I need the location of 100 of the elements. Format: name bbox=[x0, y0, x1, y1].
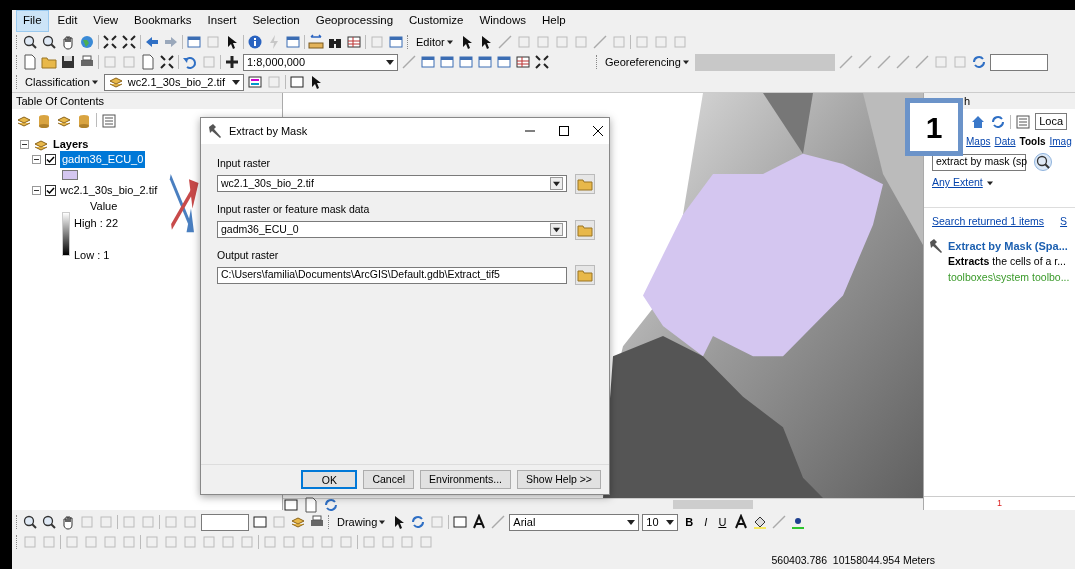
font-combo[interactable]: Arial bbox=[509, 513, 640, 531]
search-tab[interactable]: Imag bbox=[1049, 134, 1072, 149]
browse-button[interactable] bbox=[575, 219, 595, 240]
search-tab[interactable]: Maps bbox=[966, 134, 991, 149]
histogram-icon[interactable] bbox=[246, 74, 263, 90]
zoom-out-page-icon[interactable] bbox=[41, 514, 57, 530]
checkbox[interactable] bbox=[45, 185, 56, 196]
zoom-combo[interactable] bbox=[201, 513, 249, 531]
data-view-icon[interactable] bbox=[283, 496, 299, 513]
dialog-button[interactable]: Environments... bbox=[420, 470, 512, 489]
caret-icon bbox=[446, 39, 453, 45]
close-button[interactable] bbox=[593, 126, 603, 136]
legend-label: Low : 1 bbox=[74, 248, 111, 263]
legend-heading: Value bbox=[89, 199, 119, 214]
expand-toggle[interactable] bbox=[32, 155, 41, 164]
caret-icon bbox=[231, 78, 240, 86]
menu-item[interactable]: Geoprocessing bbox=[308, 10, 401, 32]
checkbox[interactable] bbox=[45, 154, 56, 165]
menu-item[interactable]: File bbox=[16, 10, 49, 32]
drawing-dropdown[interactable]: Drawing bbox=[334, 513, 389, 531]
italic-button[interactable]: I bbox=[700, 513, 712, 531]
new-document-icon[interactable] bbox=[22, 54, 38, 70]
view-icon[interactable] bbox=[1015, 113, 1032, 130]
dropdown-field[interactable]: wc2.1_30s_bio_2.tif bbox=[217, 175, 567, 193]
maximize-button[interactable] bbox=[559, 126, 569, 136]
bold-button[interactable]: B bbox=[681, 513, 698, 531]
result-title[interactable]: Extract by Mask (Spa... bbox=[948, 237, 1070, 254]
toolbox-window-icon[interactable] bbox=[477, 54, 493, 70]
fill-color-icon[interactable] bbox=[752, 514, 769, 530]
delete-icon[interactable] bbox=[159, 54, 175, 70]
search-tab[interactable]: Data bbox=[994, 134, 1016, 149]
identify-icon[interactable] bbox=[247, 34, 263, 50]
add-data-icon[interactable] bbox=[224, 54, 240, 70]
results-link[interactable]: Search returned 1 items bbox=[932, 213, 1045, 230]
menu-item[interactable]: Help bbox=[535, 10, 573, 32]
options-icon[interactable] bbox=[101, 113, 117, 129]
caret-icon bbox=[553, 226, 560, 233]
underline-button[interactable]: U bbox=[714, 513, 731, 531]
back-arrow-icon[interactable] bbox=[144, 34, 160, 50]
dialog-title: Extract by Mask bbox=[229, 123, 308, 139]
catalog-window-icon[interactable] bbox=[439, 54, 455, 70]
zoom-in-icon[interactable] bbox=[22, 34, 38, 50]
extent-link[interactable]: Any Extent bbox=[932, 175, 983, 191]
search-field[interactable]: extract by mask (sp bbox=[932, 153, 1026, 171]
search-icon bbox=[1035, 154, 1051, 170]
legend-label: High : 22 bbox=[74, 215, 119, 231]
field-label: Input raster bbox=[217, 156, 272, 171]
tree-item[interactable]: Layers bbox=[53, 136, 89, 153]
font-color-icon[interactable] bbox=[733, 514, 750, 530]
pan-page-icon[interactable] bbox=[60, 514, 76, 530]
search-window-icon[interactable] bbox=[458, 54, 474, 70]
browse-button[interactable] bbox=[575, 173, 595, 194]
dropdown-field[interactable]: gadm36_ECU_0 bbox=[217, 221, 567, 238]
input-field[interactable] bbox=[989, 53, 1048, 71]
list-by-source-icon[interactable] bbox=[36, 113, 52, 129]
dialog-button[interactable]: Cancel bbox=[363, 470, 415, 489]
list-by-selection-icon[interactable] bbox=[76, 113, 92, 129]
expand-toggle[interactable] bbox=[32, 186, 41, 195]
menu-item[interactable]: Insert bbox=[200, 10, 244, 32]
refresh-icon[interactable] bbox=[990, 113, 1007, 130]
layout-view-icon[interactable] bbox=[303, 496, 319, 513]
layer-combo[interactable]: wc2.1_30s_bio_2.tif bbox=[103, 73, 244, 91]
measure-icon[interactable] bbox=[308, 34, 324, 50]
input-field[interactable]: C:\Users\familia\Documents\ArcGIS\Default.gdb\Extract_tif5 bbox=[217, 266, 567, 284]
python-window-icon[interactable] bbox=[496, 54, 512, 70]
layer-name[interactable]: wc2.1_30s_bio_2.tif bbox=[60, 182, 158, 199]
caret-icon bbox=[379, 519, 386, 525]
undo-icon[interactable] bbox=[182, 54, 198, 70]
caret-icon bbox=[91, 79, 98, 85]
scrollbar-thumb[interactable] bbox=[673, 500, 753, 509]
home-icon[interactable] bbox=[970, 113, 987, 130]
field-label: Output raster bbox=[217, 247, 280, 263]
search-tab[interactable]: Tools bbox=[1019, 134, 1046, 149]
search-button[interactable] bbox=[1034, 153, 1052, 171]
menu-item[interactable]: Bookmarks bbox=[127, 10, 199, 32]
georeferencing-dropdown[interactable]: Georeferencing bbox=[602, 53, 692, 71]
expand-toggle[interactable] bbox=[20, 140, 29, 149]
menu-item[interactable]: View bbox=[86, 10, 126, 32]
dialog-button[interactable]: OK bbox=[301, 470, 358, 489]
refresh-icon[interactable] bbox=[323, 496, 339, 513]
hammer-icon bbox=[928, 237, 944, 254]
font-size-combo[interactable]: 10 bbox=[642, 513, 679, 531]
layer-name[interactable]: gadm36_ECU_0 bbox=[60, 151, 146, 168]
save-icon[interactable] bbox=[60, 54, 76, 70]
browse-button[interactable] bbox=[575, 265, 595, 286]
classification-dropdown[interactable]: Classification bbox=[22, 73, 101, 91]
menu-item[interactable]: Customize bbox=[402, 10, 471, 32]
zoom-in-page-icon[interactable] bbox=[22, 514, 38, 530]
scale-combo[interactable]: 1:8,000,000 bbox=[243, 53, 398, 71]
zoom-out-icon[interactable] bbox=[41, 34, 57, 50]
sort-link[interactable]: S bbox=[1060, 213, 1068, 230]
location-combo[interactable]: Loca bbox=[1035, 113, 1067, 130]
pan-icon[interactable] bbox=[60, 34, 76, 50]
menu-item[interactable]: Windows bbox=[472, 10, 534, 32]
editor-dropdown[interactable]: Editor bbox=[413, 33, 456, 51]
text-icon[interactable] bbox=[471, 514, 488, 530]
dialog-button[interactable]: Show Help >> bbox=[517, 470, 601, 489]
menu-item[interactable]: Edit bbox=[50, 10, 85, 32]
menu-item[interactable]: Selection bbox=[245, 10, 307, 32]
table-window-icon[interactable] bbox=[420, 54, 436, 70]
